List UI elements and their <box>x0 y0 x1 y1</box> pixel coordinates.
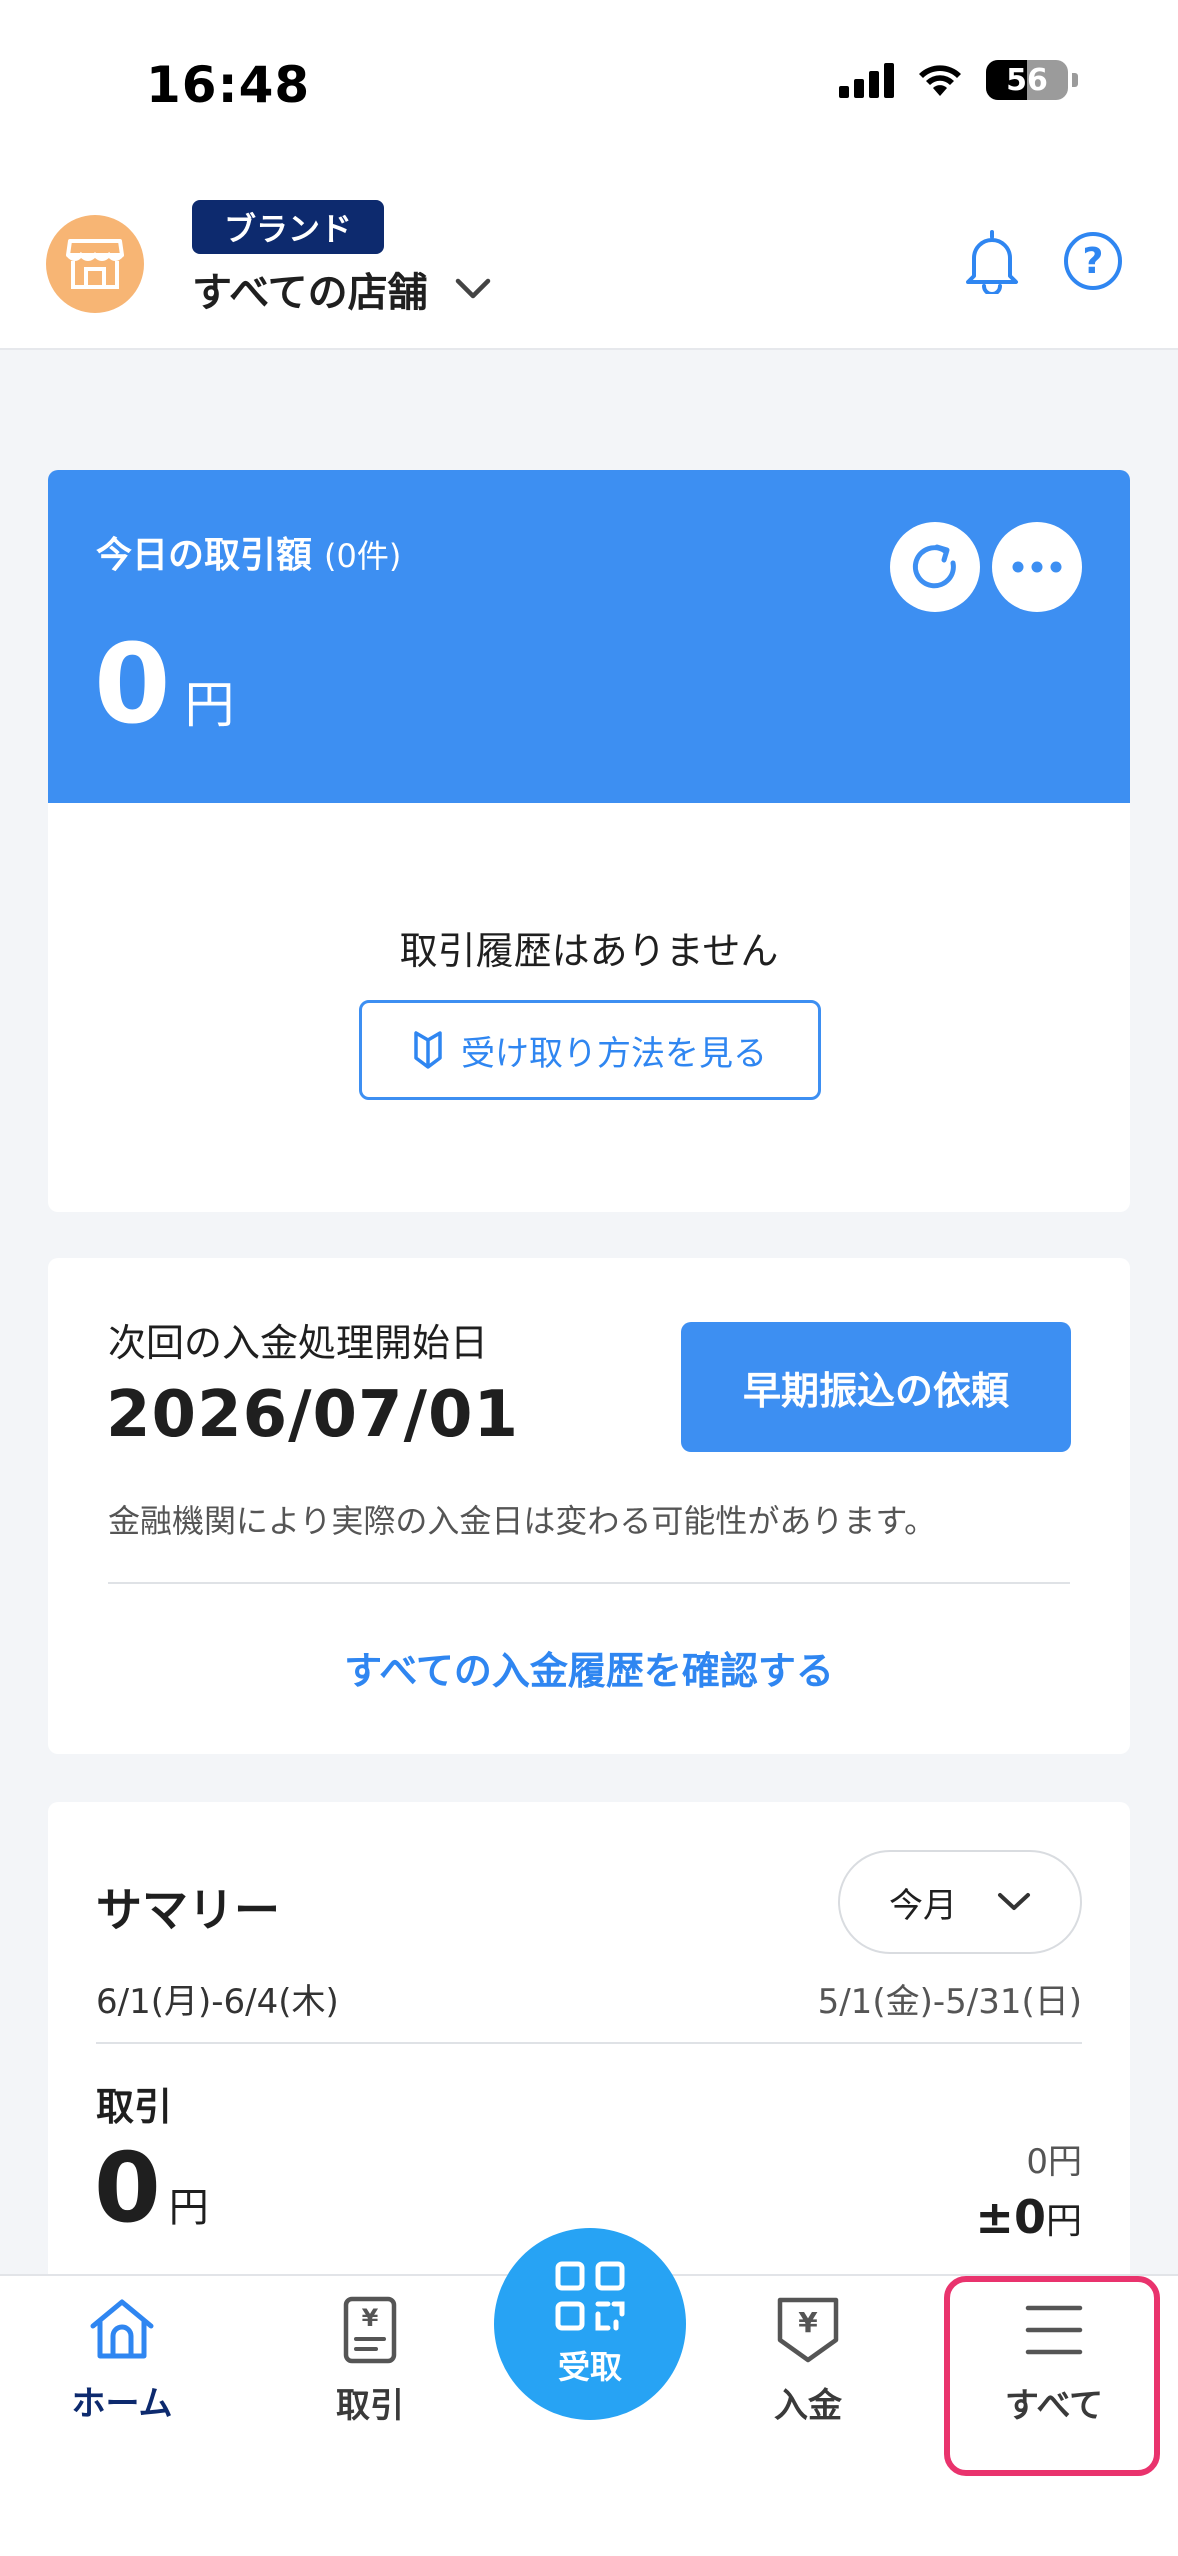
transactions-amount-value: 0 <box>94 2132 161 2244</box>
transactions-amount: 0 円 <box>94 2132 209 2244</box>
deposit-icon: ¥ <box>777 2297 839 2363</box>
today-title-text: 今日の取引額 <box>96 535 313 576</box>
home-icon <box>90 2299 154 2359</box>
tab-transactions-label: 取引 <box>336 2386 404 2426</box>
cellular-signal-icon <box>839 62 894 98</box>
refresh-button[interactable] <box>890 522 980 612</box>
summary-title: サマリー <box>96 1883 280 1937</box>
period-selector-value: 今月 <box>889 1885 957 1926</box>
brand-badge: ブランド <box>192 200 384 254</box>
qr-code-icon <box>555 2261 625 2331</box>
transactions-label: 取引 <box>96 2085 173 2129</box>
tab-home[interactable]: ホーム <box>22 2296 222 2466</box>
transactions-diff-unit: 円 <box>1045 2201 1082 2242</box>
status-bar: 16:48 56 <box>0 0 1178 160</box>
next-deposit-card: 次回の入金処理開始日 2026/07/01 早期振込の依頼 金融機関により実際の… <box>48 1258 1130 1754</box>
deposit-history-link[interactable]: すべての入金履歴を確認する <box>48 1640 1130 1695</box>
summary-card: サマリー 今月 6/1(月)-6/4(木) 5/1(金)-5/31(日) 取引 … <box>48 1802 1130 2302</box>
store-name: すべての店舗 <box>192 270 428 316</box>
transactions-diff-value: ±0 <box>975 2190 1046 2244</box>
transactions-diff: ±0円 <box>975 2190 1082 2244</box>
more-options-button[interactable] <box>992 522 1082 612</box>
scan-receive-button[interactable]: 受取 <box>494 2228 686 2420</box>
chevron-down-icon <box>998 1893 1030 1910</box>
early-transfer-button[interactable]: 早期振込の依頼 <box>681 1322 1071 1452</box>
next-deposit-date: 2026/07/01 <box>106 1378 519 1452</box>
battery-icon: 56 <box>986 60 1068 100</box>
transactions-previous: 0円 <box>1026 2142 1082 2182</box>
status-time: 16:48 <box>146 56 311 114</box>
tab-home-label: ホーム <box>71 2384 173 2424</box>
receipt-icon: ¥ <box>343 2296 397 2364</box>
next-deposit-label: 次回の入金処理開始日 <box>108 1321 489 1365</box>
tab-transactions[interactable]: ¥ 取引 <box>270 2296 470 2466</box>
status-icons: 56 <box>839 60 1078 100</box>
bell-icon[interactable] <box>962 228 1022 294</box>
tab-deposit-label: 入金 <box>774 2386 842 2426</box>
divider <box>96 2042 1082 2044</box>
today-count: (0件) <box>324 537 402 575</box>
app-header: ブランド すべての店舗 ? <box>0 160 1178 350</box>
help-icon[interactable]: ? <box>1064 232 1122 290</box>
tab-all-highlight <box>944 2276 1160 2476</box>
empty-history-message: 取引履歴はありません <box>399 929 779 973</box>
today-summary-panel: 今日の取引額 (0件) 0 円 <box>48 470 1130 803</box>
svg-text:¥: ¥ <box>362 2304 379 2332</box>
howto-receive-label: 受け取り方法を見る <box>461 1033 767 1074</box>
today-title: 今日の取引額 (0件) <box>96 526 401 578</box>
today-amount: 0 円 <box>94 620 235 748</box>
battery-level: 56 <box>1006 62 1048 98</box>
current-period-range: 6/1(月)-6/4(木) <box>96 1982 339 2022</box>
chevron-down-icon <box>455 278 490 299</box>
period-selector[interactable]: 今月 <box>838 1850 1082 1954</box>
howto-receive-button[interactable]: 受け取り方法を見る <box>359 1000 821 1100</box>
today-transactions-card: 今日の取引額 (0件) 0 円 取引履歴はありません 受け取り方法を見る <box>48 470 1130 1212</box>
refresh-icon <box>912 544 956 589</box>
tab-deposit[interactable]: ¥ 入金 <box>708 2296 908 2466</box>
today-amount-unit: 円 <box>184 676 235 734</box>
beginner-mark-icon <box>414 1031 442 1069</box>
divider <box>108 1582 1070 1584</box>
transactions-amount-unit: 円 <box>168 2185 209 2231</box>
previous-period-range: 5/1(金)-5/31(日) <box>817 1982 1082 2022</box>
scan-receive-label: 受取 <box>557 2348 622 2386</box>
today-amount-value: 0 <box>94 620 171 748</box>
wifi-icon <box>919 65 961 96</box>
store-icon <box>46 215 144 313</box>
svg-text:¥: ¥ <box>798 2306 818 2339</box>
store-selector[interactable]: すべての店舗 <box>192 260 492 318</box>
deposit-note: 金融機関により実際の入金日は変わる可能性があります。 <box>108 1502 937 1540</box>
more-dots-icon <box>1012 561 1062 573</box>
